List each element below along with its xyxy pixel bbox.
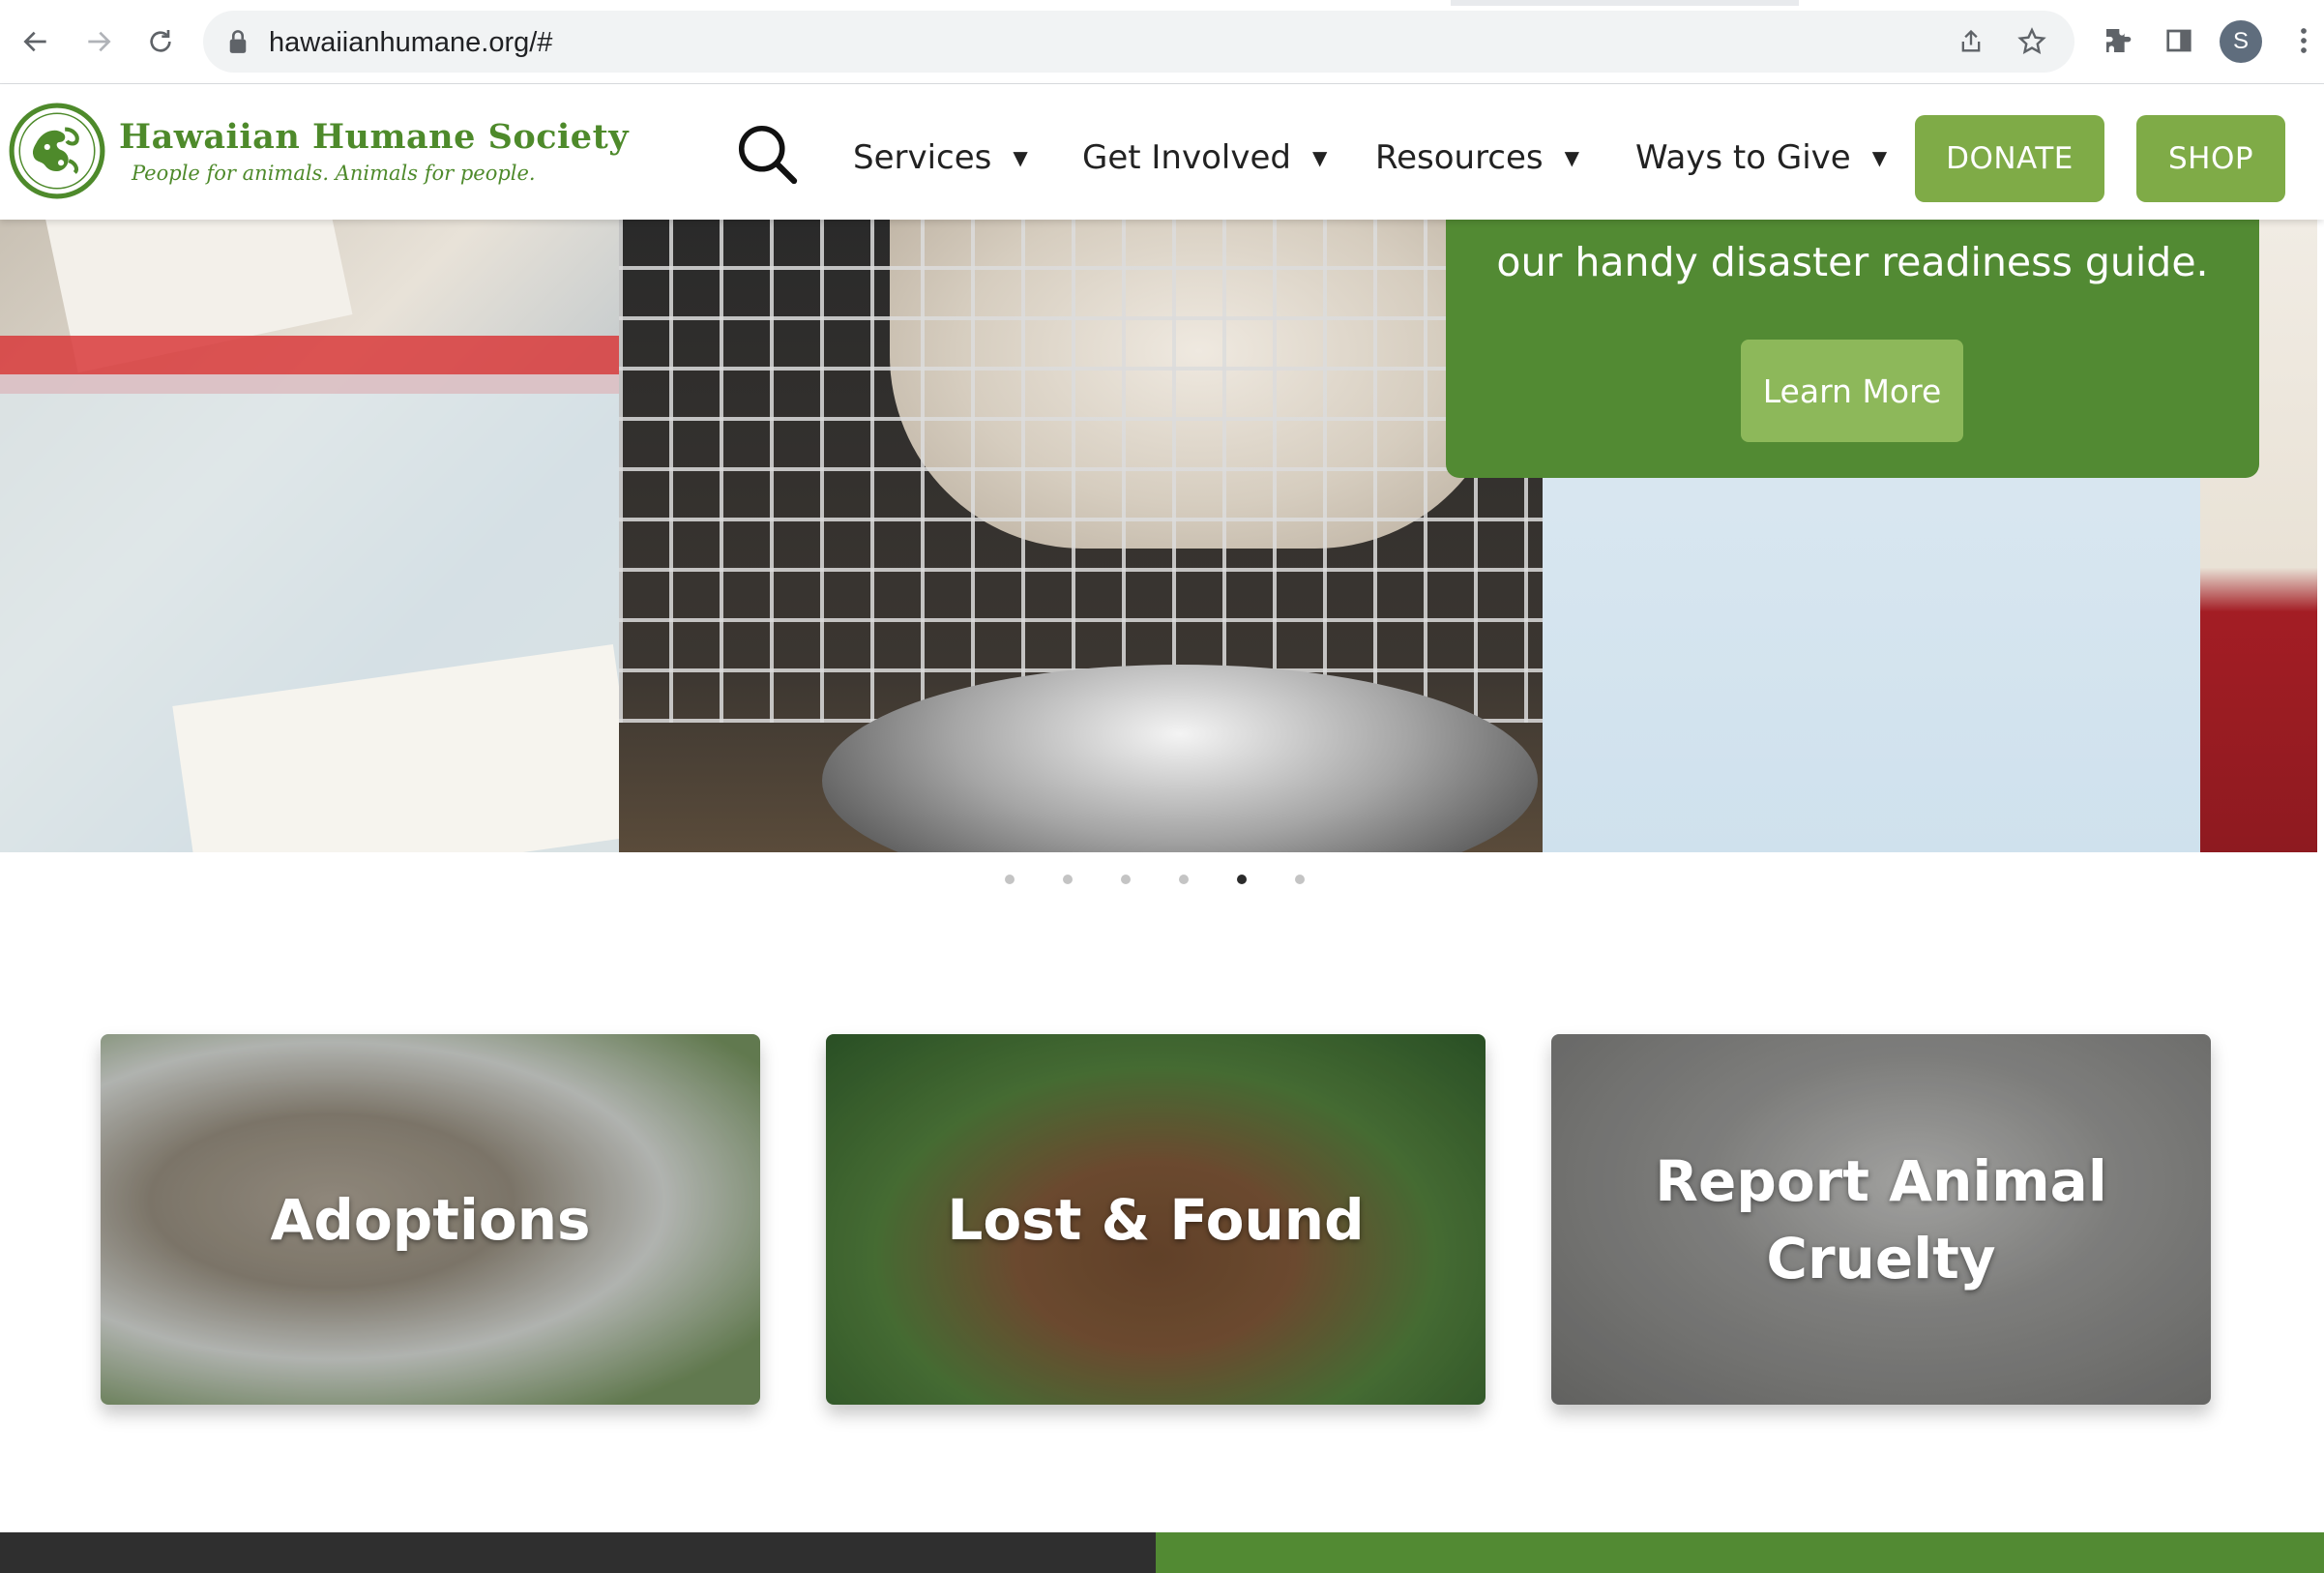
share-icon[interactable] <box>1954 24 1988 59</box>
tab-strip-segment <box>0 0 1451 6</box>
carousel-dot[interactable] <box>1005 875 1015 884</box>
carousel-dot[interactable] <box>1121 875 1131 884</box>
section-image-strip <box>0 1532 1156 1573</box>
section-green-strip <box>1156 1532 2324 1573</box>
caret-down-icon: ▼ <box>1311 146 1328 169</box>
forward-button[interactable] <box>76 19 121 64</box>
card-lost-found[interactable]: Lost & Found <box>826 1034 1486 1405</box>
card-adoptions[interactable]: Adoptions <box>101 1034 760 1405</box>
profile-avatar[interactable]: S <box>2220 20 2262 63</box>
nav-get-involved[interactable]: Get Involved ▼ <box>1082 138 1327 177</box>
caret-down-icon: ▼ <box>1013 146 1028 169</box>
nav-label: Ways to Give <box>1635 138 1851 177</box>
reload-icon <box>150 30 171 52</box>
carousel-dot[interactable] <box>1063 875 1073 884</box>
card-label: Lost & Found <box>947 1186 1365 1253</box>
nav-resources[interactable]: Resources ▼ <box>1375 138 1579 177</box>
nav-ways-to-give[interactable]: Ways to Give ▼ <box>1635 138 1887 177</box>
hero-callout: our handy disaster readiness guide. Lear… <box>1446 220 2259 478</box>
search-button[interactable] <box>733 120 801 188</box>
nav-label: Get Involved <box>1082 138 1291 177</box>
sidepanel-icon[interactable] <box>2158 19 2200 62</box>
puzzle-icon[interactable] <box>2097 19 2139 62</box>
caret-down-icon: ▼ <box>1871 146 1888 169</box>
kebab-menu-icon[interactable] <box>2282 19 2324 62</box>
arrow-right-icon <box>88 31 111 52</box>
logo-icon[interactable] <box>8 102 106 200</box>
brand-name[interactable]: Hawaiian Humane Society <box>119 117 629 157</box>
shop-button[interactable]: SHOP <box>2136 115 2285 202</box>
address-bar[interactable]: hawaiianhumane.org/# <box>203 11 2074 73</box>
tab-strip-edge <box>0 0 2324 6</box>
url-text: hawaiianhumane.org/# <box>269 27 553 58</box>
carousel-dot[interactable] <box>1295 875 1305 884</box>
reload-button[interactable] <box>138 19 183 64</box>
donate-button[interactable]: DONATE <box>1915 115 2104 202</box>
card-report-cruelty[interactable]: Report Animal Cruelty <box>1551 1034 2211 1405</box>
site-header: Hawaiian Humane Society People for anima… <box>0 84 2324 220</box>
carousel-dot[interactable] <box>1179 875 1189 884</box>
hero-callout-text: our handy disaster readiness guide. <box>1496 239 2209 285</box>
carousel-dot-active[interactable] <box>1237 875 1247 884</box>
search-icon <box>738 125 798 185</box>
caret-down-icon: ▼ <box>1564 146 1580 169</box>
nav-label: Resources <box>1375 138 1544 177</box>
browser-toolbar: hawaiianhumane.org/# S <box>0 0 2324 84</box>
tab-strip-segment <box>1799 0 2324 6</box>
brand-tagline: People for animals. Animals for people. <box>132 162 536 185</box>
card-label: Adoptions <box>270 1186 591 1253</box>
nav-services[interactable]: Services ▼ <box>853 138 1028 177</box>
hero-image-cage-grid <box>619 220 1547 723</box>
back-button[interactable] <box>14 19 58 64</box>
lock-icon[interactable] <box>221 24 255 59</box>
nav-label: Services <box>853 138 992 177</box>
card-label: Report Animal Cruelty <box>1655 1147 2107 1291</box>
learn-more-button[interactable]: Learn More <box>1741 340 1963 442</box>
star-icon[interactable] <box>2015 24 2049 59</box>
arrow-left-icon <box>23 31 46 52</box>
